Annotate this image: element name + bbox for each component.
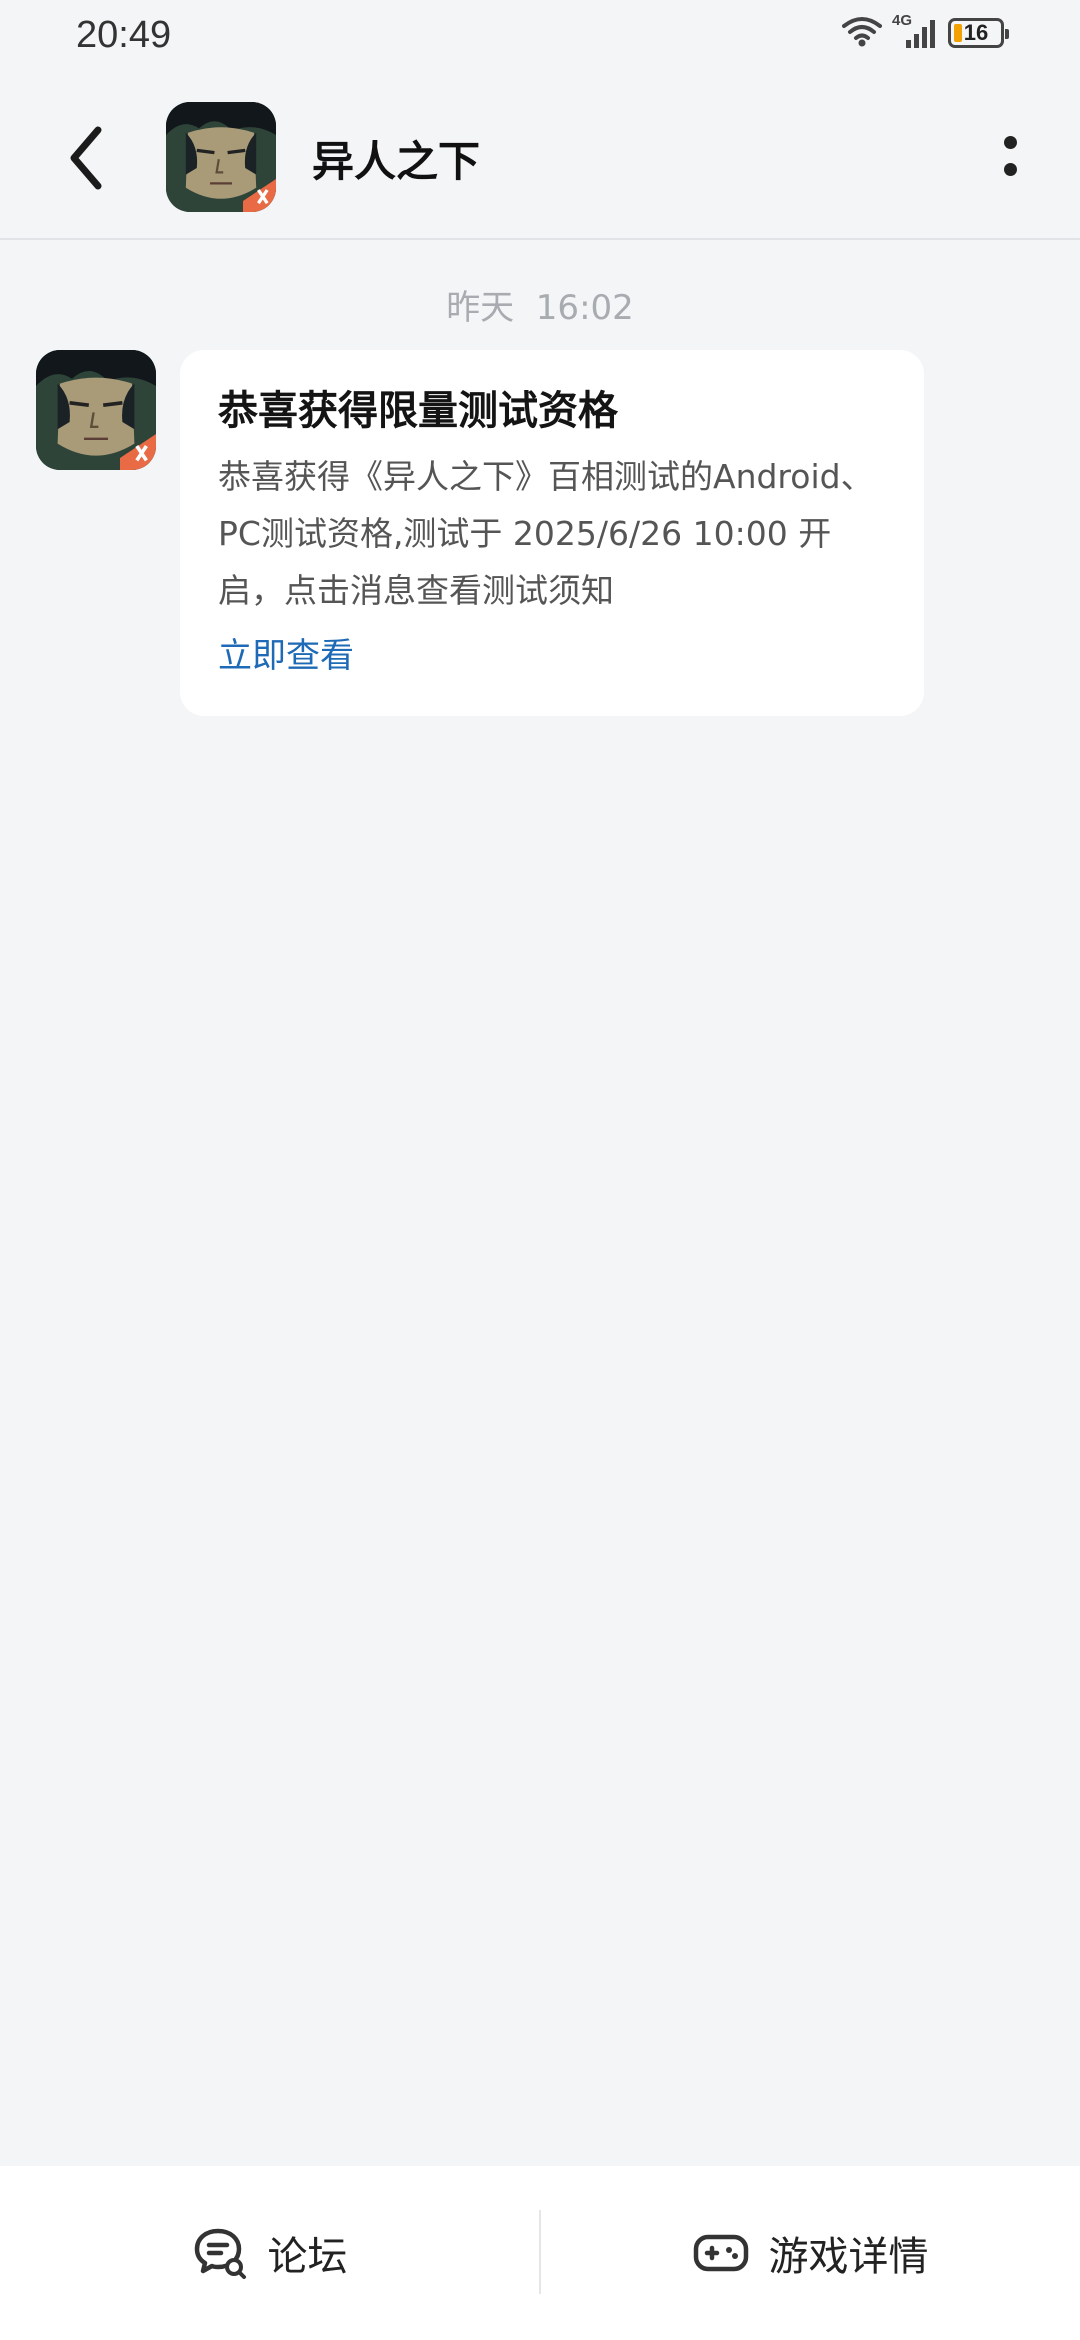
more-options-button[interactable] <box>980 116 1040 196</box>
gamepad-icon <box>693 2225 749 2281</box>
wifi-icon <box>842 14 882 52</box>
back-arrow-icon <box>66 126 106 194</box>
signal-icon: 4G <box>892 12 938 50</box>
battery-icon: 16 <box>948 18 1009 48</box>
forum-button[interactable]: 论坛 <box>0 2166 539 2340</box>
bottom-bar: 论坛 游戏详情 <box>0 2166 1080 2340</box>
chat-header: 异人之下 <box>0 76 1080 240</box>
battery-level: 16 <box>963 20 989 45</box>
game-detail-button[interactable]: 游戏详情 <box>541 2166 1080 2340</box>
view-now-link[interactable]: 立即查看 <box>218 631 354 681</box>
game-avatar[interactable] <box>166 102 276 212</box>
message-body: 恭喜获得《异人之下》百相测试的Android、PC测试资格,测试于 2025/6… <box>218 457 874 610</box>
back-button[interactable] <box>56 120 116 200</box>
status-icons: 4G 16 <box>842 12 1009 52</box>
status-time: 20:49 <box>76 14 172 56</box>
message-card[interactable]: 恭喜获得限量测试资格 恭喜获得《异人之下》百相测试的Android、PC测试资格… <box>180 350 924 716</box>
more-vertical-icon <box>1003 136 1017 176</box>
message-timestamp: 昨天 16:02 <box>446 288 634 328</box>
page-title: 异人之下 <box>312 137 481 186</box>
status-bar: 20:49 4G 16 <box>0 0 1080 76</box>
game-detail-label: 游戏详情 <box>768 2234 929 2280</box>
sender-avatar[interactable] <box>36 350 156 470</box>
forum-label: 论坛 <box>267 2234 348 2280</box>
forum-chat-icon <box>192 2225 248 2281</box>
message-title: 恭喜获得限量测试资格 <box>218 388 618 434</box>
